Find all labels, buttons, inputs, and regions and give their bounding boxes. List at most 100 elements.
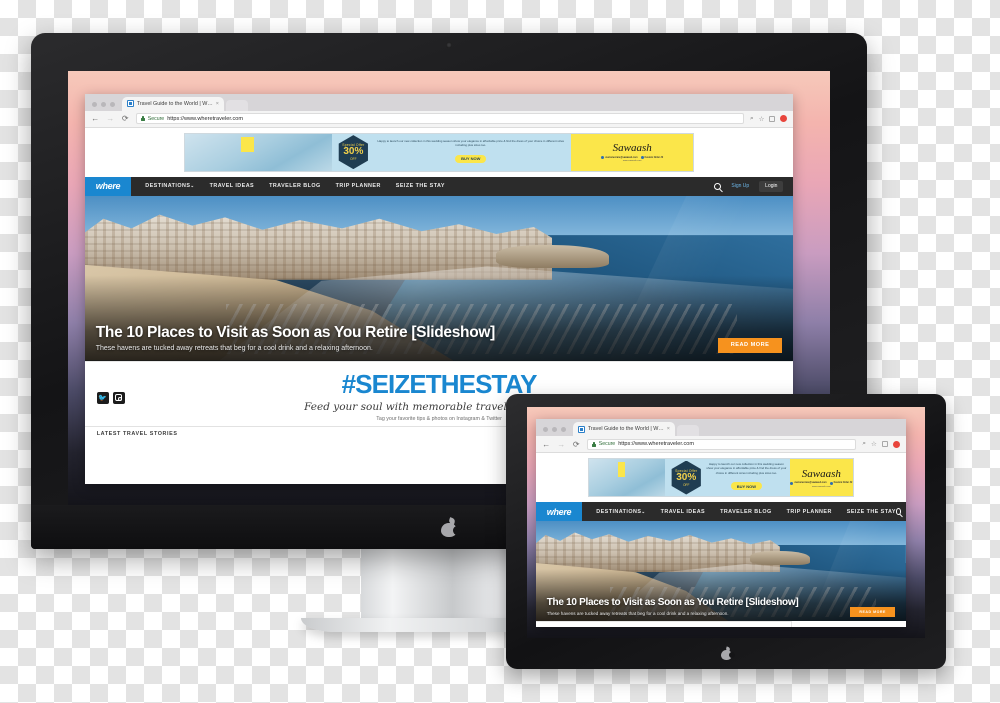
site-logo-text: where	[95, 181, 121, 192]
back-icon[interactable]: ←	[542, 440, 551, 449]
ad-buy-now-button[interactable]: BUY NOW	[455, 154, 487, 163]
bookmark-star-icon[interactable]: ☆	[759, 115, 765, 123]
profile-icon[interactable]	[780, 115, 788, 123]
advertisement-banner[interactable]: Special Offer 30% OFF Happy to launch ou…	[183, 132, 695, 172]
new-tab-button[interactable]	[225, 99, 248, 111]
ad-contact-email: customercare@sawaash.com	[601, 156, 638, 160]
read-more-button[interactable]: READ MORE	[717, 337, 783, 353]
tablet-ad-container: Special Offer 30% OFF Happy to launch ou…	[535, 453, 906, 502]
search-icon[interactable]	[714, 182, 722, 190]
nav-item-trip-planner[interactable]: TRIP PLANNER	[787, 509, 832, 515]
ad-badge-percent: 30%	[676, 471, 697, 483]
nav-item-destinations[interactable]: DESTINATIONS⌄	[596, 509, 645, 515]
nav-item-travel-ideas[interactable]: TRAVEL IDEAS	[661, 509, 705, 515]
tablet-device: Travel Guide to the World | W… × ← → ⟳ S…	[506, 394, 946, 669]
reload-icon[interactable]: ⟳	[121, 114, 130, 123]
nav-item-trip-planner[interactable]: TRIP PLANNER	[336, 183, 381, 189]
ad-image	[588, 459, 666, 496]
browser-tabbar: Travel Guide to the World | W… ×	[84, 93, 794, 111]
window-controls[interactable]	[91, 101, 122, 111]
signup-link[interactable]: Sign Up	[731, 183, 749, 189]
address-bar[interactable]: Secure https://www.wheretraveler.com	[135, 113, 744, 125]
nav-item-traveler-blog[interactable]: TRAVELER BLOG	[269, 183, 321, 189]
reload-icon[interactable]: ⟳	[572, 440, 581, 449]
phone-icon	[829, 481, 833, 485]
nav-item-travel-ideas[interactable]: TRAVEL IDEAS	[210, 183, 254, 189]
site-logo-text: where	[546, 506, 572, 517]
ad-contact-phone: Custom Order #2	[829, 481, 852, 485]
tablet-screen: Travel Guide to the World | W… × ← → ⟳ S…	[527, 407, 925, 638]
ad-badge-off: OFF	[683, 482, 690, 487]
hero-subheadline: These havens are tucked away retreats th…	[95, 344, 373, 352]
search-icon[interactable]	[895, 508, 902, 515]
back-icon[interactable]: ←	[91, 114, 100, 123]
minimize-window-icon[interactable]	[551, 427, 557, 432]
ad-copy-text: Happy to launch our new collection in th…	[706, 462, 787, 475]
nav-item-seize-the-stay[interactable]: SEIZE THE STAY	[396, 183, 445, 189]
bookmark-star-icon[interactable]: ☆	[871, 440, 877, 448]
address-bar[interactable]: Secure https://www.wheretraveler.com	[586, 438, 857, 450]
zoom-icon[interactable]: ⌕	[862, 440, 866, 448]
ad-brand-name: Sawaash	[612, 142, 652, 155]
url-text: https://www.wheretraveler.com	[618, 441, 695, 447]
seize-hashtag: #SEIZETHESTAY	[341, 368, 538, 399]
email-icon	[790, 481, 794, 485]
advertisement-banner[interactable]: Special Offer 30% OFF Happy to launch ou…	[587, 458, 855, 497]
tablet-bezel: Travel Guide to the World | W… × ← → ⟳ S…	[506, 394, 946, 669]
browser-tab[interactable]: Travel Guide to the World | W… ×	[121, 96, 224, 111]
apple-logo-icon	[720, 646, 735, 660]
new-tab-button[interactable]	[676, 425, 699, 436]
hero-banner[interactable]: The 10 Places to Visit as Soon as You Re…	[84, 195, 794, 361]
close-window-icon[interactable]	[542, 427, 548, 432]
maximize-window-icon[interactable]	[560, 427, 566, 432]
chevron-down-icon: ⌄	[190, 183, 195, 189]
ad-site-url: www.sawaash.com	[622, 160, 642, 163]
site-navigation: where DESTINATIONS⌄ TRAVEL IDEAS TRAVELE…	[84, 176, 794, 196]
ad-brand-name: Sawaash	[801, 467, 841, 480]
instagram-icon[interactable]	[112, 391, 125, 404]
tablet-browser-tools: ⌕ ☆	[862, 440, 900, 448]
twitter-icon[interactable]: 🐦	[96, 391, 109, 404]
tablet-browser-tabbar: Travel Guide to the World | W… ×	[535, 419, 906, 436]
site-logo[interactable]: where	[84, 176, 132, 196]
hero-banner[interactable]: The 10 Places to Visit as Soon as You Re…	[535, 521, 906, 621]
mockup-stage: Travel Guide to the World | W… × ← → ⟳ S…	[0, 0, 1000, 703]
browser-tools: ⌕ ☆	[750, 115, 788, 123]
tab-close-icon[interactable]: ×	[216, 101, 219, 107]
site-logo[interactable]: where	[535, 502, 583, 521]
main-menu: DESTINATIONS⌄ TRAVEL IDEAS TRAVELER BLOG…	[596, 509, 896, 515]
forward-icon[interactable]: →	[557, 440, 566, 449]
minimize-window-icon[interactable]	[100, 101, 106, 107]
ad-copy: Happy to launch our new collection in th…	[370, 137, 571, 167]
ad-badge-percent: 30%	[343, 146, 364, 158]
zoom-icon[interactable]: ⌕	[750, 115, 754, 123]
tablet-browser-tab[interactable]: Travel Guide to the World | W… ×	[572, 422, 675, 436]
maximize-window-icon[interactable]	[109, 101, 115, 107]
tab-close-icon[interactable]: ×	[667, 426, 670, 432]
tab-title: Travel Guide to the World | W…	[136, 100, 213, 107]
nav-item-traveler-blog[interactable]: TRAVELER BLOG	[720, 509, 772, 515]
tablet-page-viewport: Special Offer 30% OFF Happy to launch ou…	[535, 453, 906, 627]
close-window-icon[interactable]	[91, 101, 97, 107]
hero-text-block: The 10 Places to Visit as Soon as You Re…	[547, 597, 895, 617]
lock-icon	[591, 441, 596, 447]
extension-icon[interactable]	[769, 115, 776, 122]
ad-buy-now-button[interactable]: BUY NOW	[730, 482, 763, 491]
email-icon	[601, 156, 605, 160]
profile-icon[interactable]	[892, 440, 900, 448]
phone-icon	[640, 156, 644, 160]
read-more-button[interactable]: READ MORE	[850, 607, 895, 617]
ad-contacts: customercare@sawaash.com Custom Order #2	[601, 156, 663, 160]
nav-actions: Sign Up Login	[714, 180, 793, 192]
nav-item-destinations[interactable]: DESTINATIONS⌄	[145, 183, 194, 189]
browser-toolbar: ← → ⟳ Secure https://www.wheretraveler.c…	[84, 110, 794, 128]
seize-the-stay-section: 🐦 #SEIZETHESTAY Feed your soul with memo…	[535, 621, 792, 627]
login-button[interactable]: Login	[759, 180, 784, 192]
forward-icon[interactable]: →	[106, 114, 115, 123]
ad-badge-off: OFF	[350, 157, 357, 162]
nav-item-seize-the-stay[interactable]: SEIZE THE STAY	[847, 509, 896, 515]
tablet-chin	[506, 638, 946, 669]
extension-icon[interactable]	[881, 441, 888, 447]
tablet-window-controls[interactable]	[542, 427, 573, 436]
ad-discount-badge: Special Offer 30% OFF	[671, 460, 701, 495]
